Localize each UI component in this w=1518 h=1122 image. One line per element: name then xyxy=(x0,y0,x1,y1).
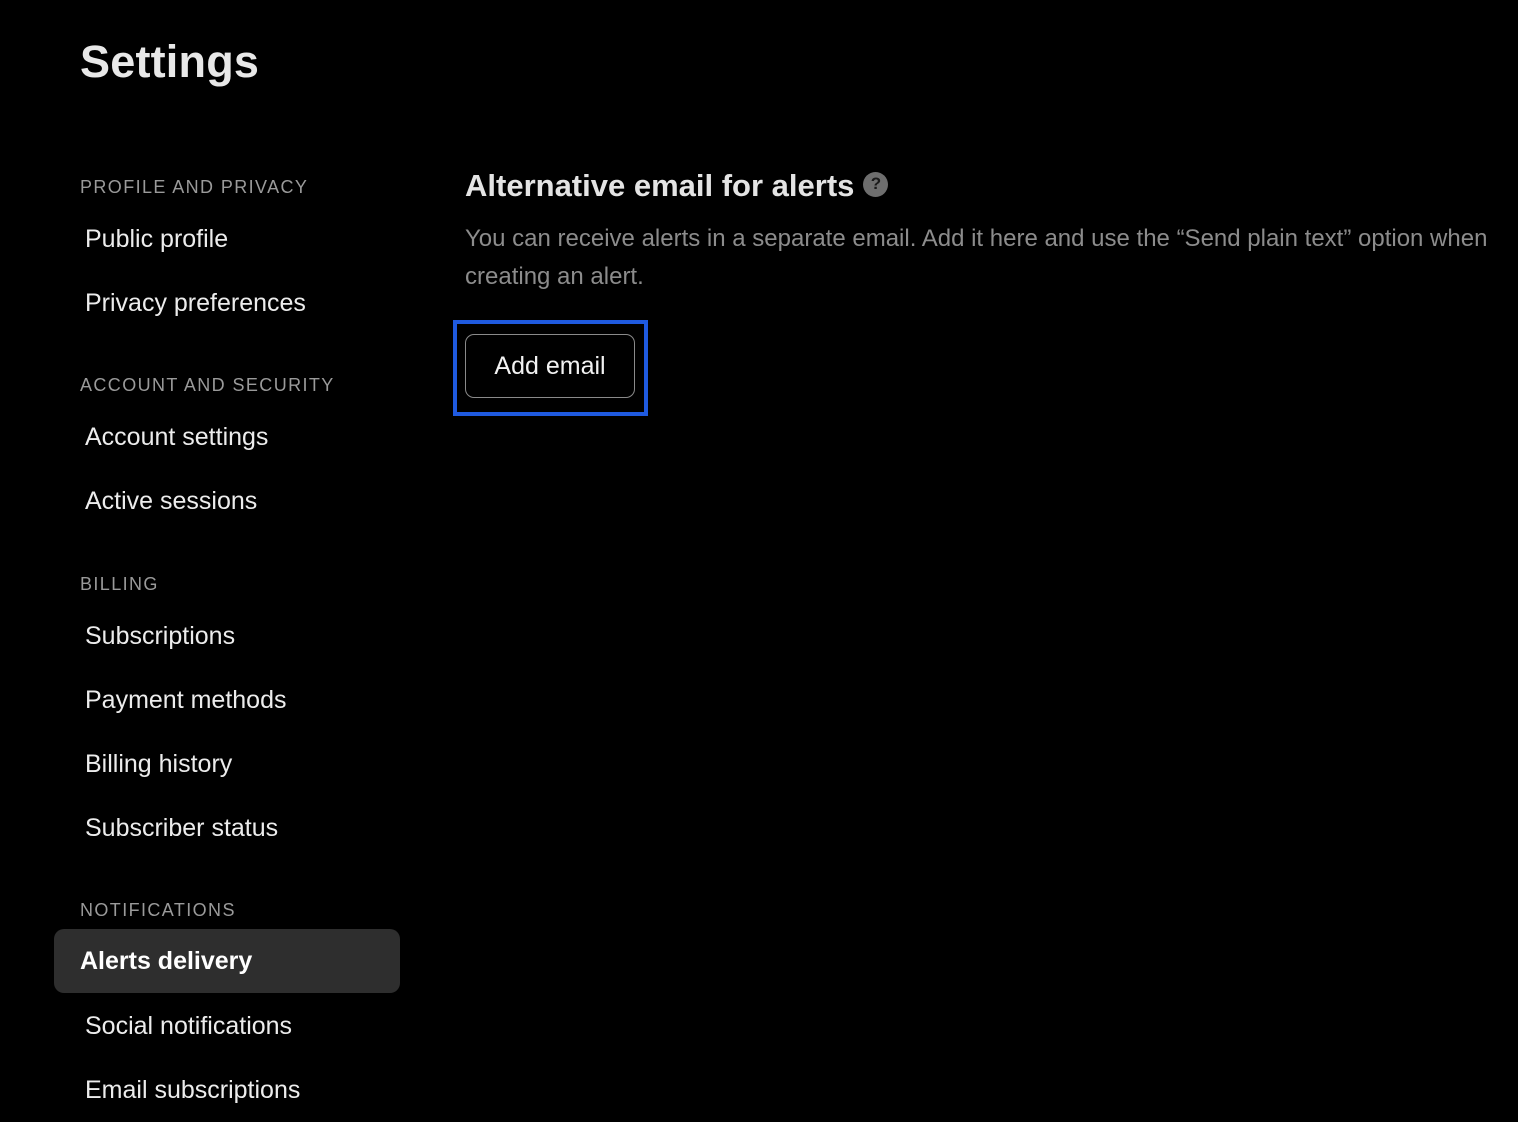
question-mark-circle-icon[interactable]: ? xyxy=(863,171,889,197)
section-title: Alternative email for alerts xyxy=(465,168,855,203)
sidebar-item-payment-methods[interactable]: Payment methods xyxy=(54,668,400,732)
add-email-button[interactable]: Add email xyxy=(465,334,635,398)
sidebar-item-privacy-preferences[interactable]: Privacy preferences xyxy=(54,271,400,335)
section-header-profile-and-privacy: PROFILE AND PRIVACY xyxy=(80,177,309,197)
section-header-billing: BILLING xyxy=(80,574,159,594)
section-title-row: Alternative email for alerts ? xyxy=(465,168,889,204)
main-content: Alternative email for alerts ? You can r… xyxy=(453,0,1515,1122)
sidebar-item-active-sessions[interactable]: Active sessions xyxy=(54,469,400,533)
section-header-account-and-security: ACCOUNT AND SECURITY xyxy=(80,375,335,395)
sidebar-item-account-settings[interactable]: Account settings xyxy=(54,405,400,469)
sidebar-item-billing-history[interactable]: Billing history xyxy=(54,732,400,796)
section-header-notifications: NOTIFICATIONS xyxy=(80,900,236,920)
sidebar-item-subscriber-status[interactable]: Subscriber status xyxy=(54,796,400,860)
sidebar-item-alerts-delivery[interactable]: Alerts delivery xyxy=(54,929,400,993)
sidebar-item-social-notifications[interactable]: Social notifications xyxy=(54,994,400,1058)
settings-sidebar: PROFILE AND PRIVACY Public profile Priva… xyxy=(54,0,400,1122)
section-description: You can receive alerts in a separate ema… xyxy=(465,225,1488,290)
sidebar-item-public-profile[interactable]: Public profile xyxy=(54,207,400,271)
settings-page: Settings PROFILE AND PRIVACY Public prof… xyxy=(0,0,1518,1122)
sidebar-item-email-subscriptions[interactable]: Email subscriptions xyxy=(54,1058,400,1122)
sidebar-item-subscriptions[interactable]: Subscriptions xyxy=(54,604,400,668)
